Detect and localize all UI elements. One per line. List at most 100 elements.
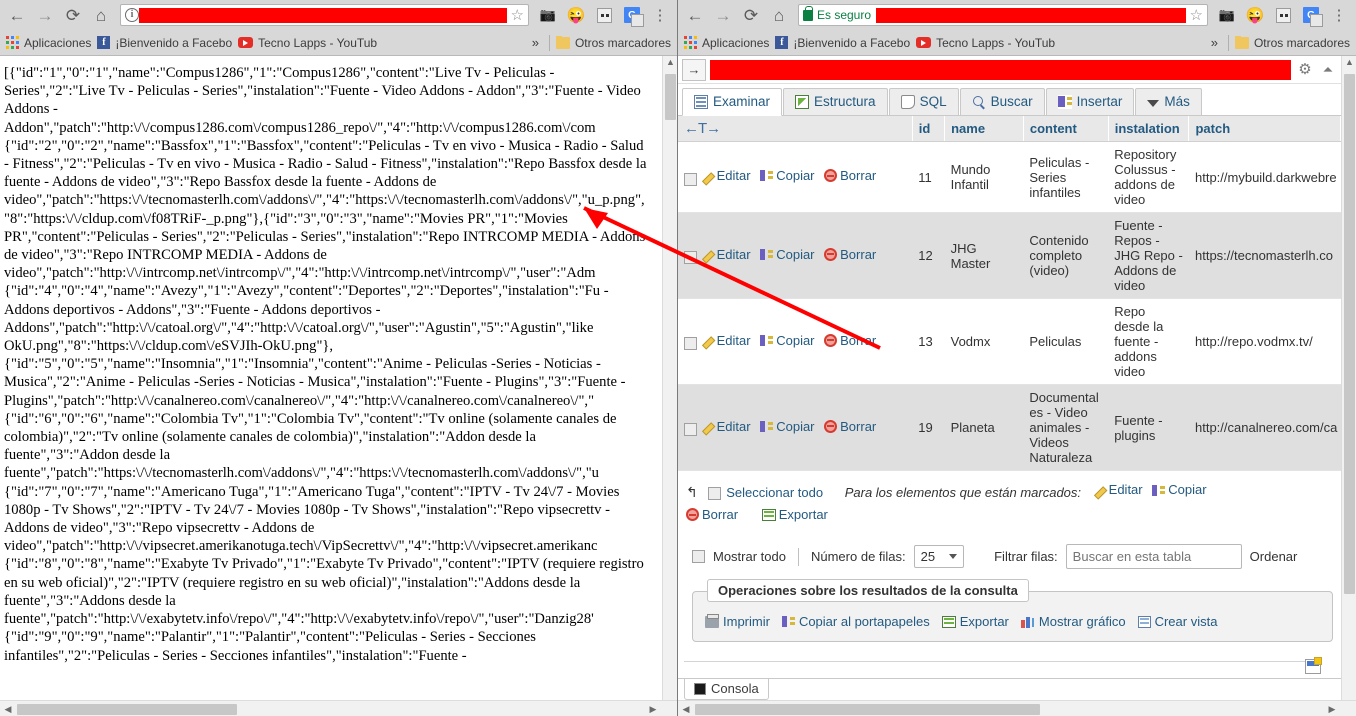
right-vertical-scrollbar[interactable]: ▲ ▼ — [1341, 56, 1356, 716]
gear-icon[interactable]: ⚙ — [1295, 60, 1315, 80]
tab-examinar[interactable]: Examinar — [682, 88, 783, 116]
edit-link[interactable]: Editar — [701, 247, 751, 262]
select-all-checkbox[interactable] — [707, 486, 721, 500]
tab-buscar[interactable]: Buscar — [959, 88, 1045, 115]
bulk-copy-link[interactable]: Copiar — [1152, 479, 1207, 501]
bookmark-apps[interactable]: Aplicaciones — [684, 36, 769, 50]
right-horizontal-scrollbar[interactable]: ◀ ▶ — [678, 700, 1356, 716]
bookmark-apps[interactable]: Aplicaciones — [6, 36, 91, 50]
reload-icon[interactable]: ⟳ — [738, 2, 764, 28]
right-address-bar[interactable]: Es seguro ☆ — [798, 4, 1208, 26]
bookmark-facebook[interactable]: f ¡Bienvenido a Facebo — [97, 36, 232, 50]
rows-count-select[interactable]: 25 — [913, 545, 965, 568]
camera-icon[interactable]: 📷 — [535, 2, 561, 28]
sort-header[interactable]: ←T→ — [678, 116, 913, 142]
left-vertical-scrollbar[interactable]: ▲ ▼ — [662, 56, 677, 716]
info-icon[interactable]: i — [125, 8, 139, 22]
star-icon[interactable]: ☆ — [1190, 6, 1203, 24]
scroll-left-icon[interactable]: ◀ — [678, 701, 694, 716]
edit-link[interactable]: Editar — [701, 419, 751, 434]
run-query-button[interactable]: → — [682, 58, 706, 81]
delete-link[interactable]: Borrar — [824, 333, 876, 348]
note-window-icon[interactable] — [1305, 657, 1322, 674]
sort-label[interactable]: Ordenar — [1250, 549, 1298, 564]
bulk-export-link[interactable]: Exportar — [761, 504, 828, 526]
tab-mas[interactable]: Más — [1135, 88, 1202, 115]
bookmark-other[interactable]: Otros marcadores — [555, 35, 671, 50]
show-all-checkbox[interactable] — [692, 550, 705, 563]
outlet-icon[interactable] — [1270, 2, 1296, 28]
chrome-menu-icon[interactable]: ⋮ — [1326, 2, 1352, 28]
outlet-icon[interactable] — [591, 2, 617, 28]
scroll-to-top-icon[interactable]: ↰ — [686, 481, 704, 503]
show-chart-link[interactable]: Mostrar gráfico — [1020, 614, 1126, 629]
bookmarks-overflow-icon[interactable]: » — [528, 35, 543, 50]
copy-link[interactable]: Copiar — [760, 247, 815, 262]
row-checkbox[interactable] — [684, 423, 697, 437]
bookmarks-overflow-icon[interactable]: » — [1207, 35, 1222, 50]
forward-icon[interactable]: → — [710, 2, 736, 28]
row-checkbox[interactable] — [684, 251, 697, 265]
column-header-name[interactable]: name — [944, 116, 1024, 142]
tab-insertar[interactable]: Insertar — [1045, 88, 1135, 115]
delete-link[interactable]: Borrar — [824, 247, 876, 262]
edit-link[interactable]: Editar — [701, 333, 751, 348]
emoji-icon[interactable]: 😜 — [563, 2, 589, 28]
row-checkbox[interactable] — [684, 337, 697, 351]
bookmark-facebook[interactable]: f ¡Bienvenido a Facebo — [775, 36, 910, 50]
back-icon[interactable]: ← — [682, 2, 708, 28]
column-header-instalation[interactable]: instalation — [1108, 116, 1190, 142]
scroll-left-icon[interactable]: ◀ — [0, 701, 16, 716]
console-tab[interactable]: Consola — [684, 679, 769, 700]
query-operations-links: Imprimir Copiar al portapapeles Exportar… — [705, 613, 1320, 629]
reload-icon[interactable]: ⟳ — [60, 2, 86, 28]
home-icon[interactable]: ⌂ — [88, 2, 114, 28]
copy-link[interactable]: Copiar — [760, 168, 815, 183]
copy-link[interactable]: Copiar — [760, 333, 815, 348]
column-header-patch[interactable]: patch — [1188, 116, 1341, 142]
query-toolbar: → ⚙ ⏶ — [678, 56, 1341, 84]
scroll-thumb-h[interactable] — [17, 704, 237, 715]
delete-link[interactable]: Borrar — [824, 419, 876, 434]
copy-clipboard-link[interactable]: Copiar al portapapeles — [781, 614, 930, 629]
redacted-query-field[interactable] — [710, 59, 1291, 80]
select-all-label[interactable]: Seleccionar todo — [726, 485, 823, 500]
delete-link[interactable]: Borrar — [824, 168, 876, 183]
left-address-bar[interactable]: i ☆ — [120, 4, 529, 26]
create-view-link[interactable]: Crear vista — [1137, 614, 1217, 629]
bookmark-youtube[interactable]: Tecno Lapps - YouTub — [916, 36, 1055, 50]
show-all-label[interactable]: Mostrar todo — [713, 549, 786, 564]
bulk-delete-link[interactable]: Borrar — [686, 504, 738, 526]
export-link[interactable]: Exportar — [941, 614, 1009, 629]
bookmark-youtube[interactable]: Tecno Lapps - YouTub — [238, 36, 377, 50]
scroll-thumb[interactable] — [1344, 74, 1355, 594]
scroll-up-icon[interactable]: ▲ — [1342, 57, 1356, 73]
row-checkbox[interactable] — [684, 172, 697, 186]
camera-icon[interactable]: 📷 — [1214, 2, 1240, 28]
emoji-icon[interactable]: 😜 — [1242, 2, 1268, 28]
bulk-edit-link[interactable]: Editar — [1093, 479, 1143, 501]
chrome-menu-icon[interactable]: ⋮ — [647, 2, 673, 28]
column-header-id[interactable]: id — [912, 116, 946, 142]
column-header-content[interactable]: content — [1023, 116, 1109, 142]
forward-icon[interactable]: → — [32, 2, 58, 28]
print-link[interactable]: Imprimir — [705, 613, 770, 629]
scroll-up-icon[interactable]: ▲ — [663, 57, 677, 73]
copy-link[interactable]: Copiar — [760, 419, 815, 434]
left-horizontal-scrollbar[interactable]: ◀ ▶ — [0, 700, 677, 716]
google-translate-icon[interactable]: G — [619, 2, 645, 28]
star-icon[interactable]: ☆ — [511, 6, 524, 24]
home-icon[interactable]: ⌂ — [766, 2, 792, 28]
scroll-thumb[interactable] — [665, 74, 676, 120]
edit-link[interactable]: Editar — [701, 168, 751, 183]
collapse-icon[interactable]: ⏶ — [1319, 62, 1337, 78]
back-icon[interactable]: ← — [4, 2, 30, 28]
scroll-right-icon[interactable]: ▶ — [1324, 701, 1340, 716]
bookmark-other[interactable]: Otros marcadores — [1234, 35, 1350, 50]
filter-rows-input[interactable] — [1065, 544, 1242, 569]
tab-sql[interactable]: SQL — [888, 88, 959, 115]
scroll-right-icon[interactable]: ▶ — [645, 701, 661, 716]
tab-estructura[interactable]: Estructura — [783, 88, 888, 115]
scroll-thumb-h[interactable] — [695, 704, 1040, 715]
google-translate-icon[interactable]: G — [1298, 2, 1324, 28]
